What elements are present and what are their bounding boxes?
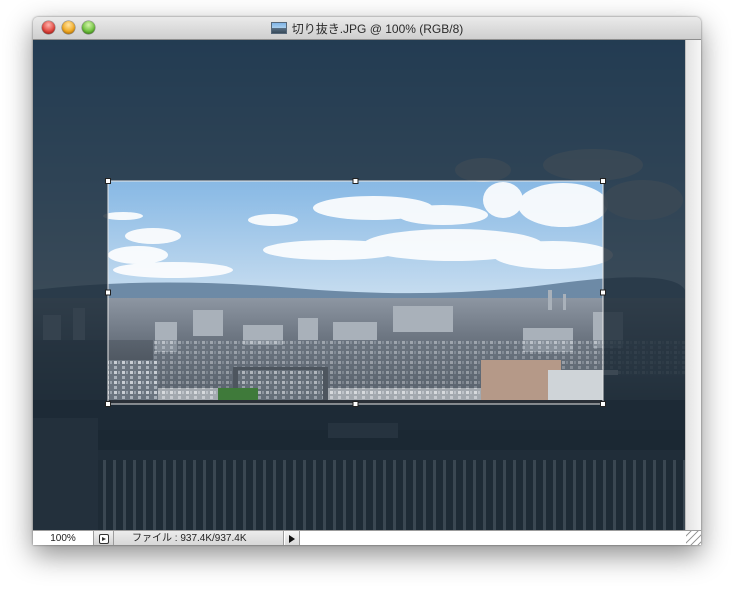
play-arrow-icon[interactable] [285,531,300,545]
image-thumbnail-icon [270,22,287,34]
title-bar[interactable]: 切り抜き.JPG @ 100% (RGB/8) [33,17,701,40]
crop-handle-bottom-center[interactable] [352,401,359,407]
crop-handle-middle-right[interactable] [600,289,606,296]
photo-with-crop[interactable] [33,40,685,530]
window-title: 切り抜き.JPG @ 100% (RGB/8) [291,21,464,36]
crop-handle-bottom-left[interactable] [105,401,111,407]
crop-handle-middle-left[interactable] [105,289,111,296]
document-window: 切り抜き.JPG @ 100% (RGB/8) 100% ファイル: 937.… [33,17,701,545]
arrow-glyph [289,534,295,543]
crop-handle-top-left[interactable] [105,178,111,184]
resize-grip-icon[interactable] [686,531,701,545]
status-options-icon[interactable] [94,531,114,545]
document-size-info: ファイル : 937.4K/937.4K [114,531,284,545]
vertical-scrollbar[interactable] [685,40,701,530]
zoom-level-field[interactable]: 100% [33,531,94,545]
crop-handle-bottom-right[interactable] [600,401,606,407]
status-options-glyph [98,533,109,544]
crop-handle-top-right[interactable] [600,178,606,184]
status-bar: 100% ファイル : 937.4K/937.4K [33,530,701,545]
title-area: 切り抜き.JPG @ 100% (RGB/8) [33,17,701,39]
image-canvas[interactable] [33,40,685,530]
crop-handle-top-center[interactable] [352,178,359,184]
